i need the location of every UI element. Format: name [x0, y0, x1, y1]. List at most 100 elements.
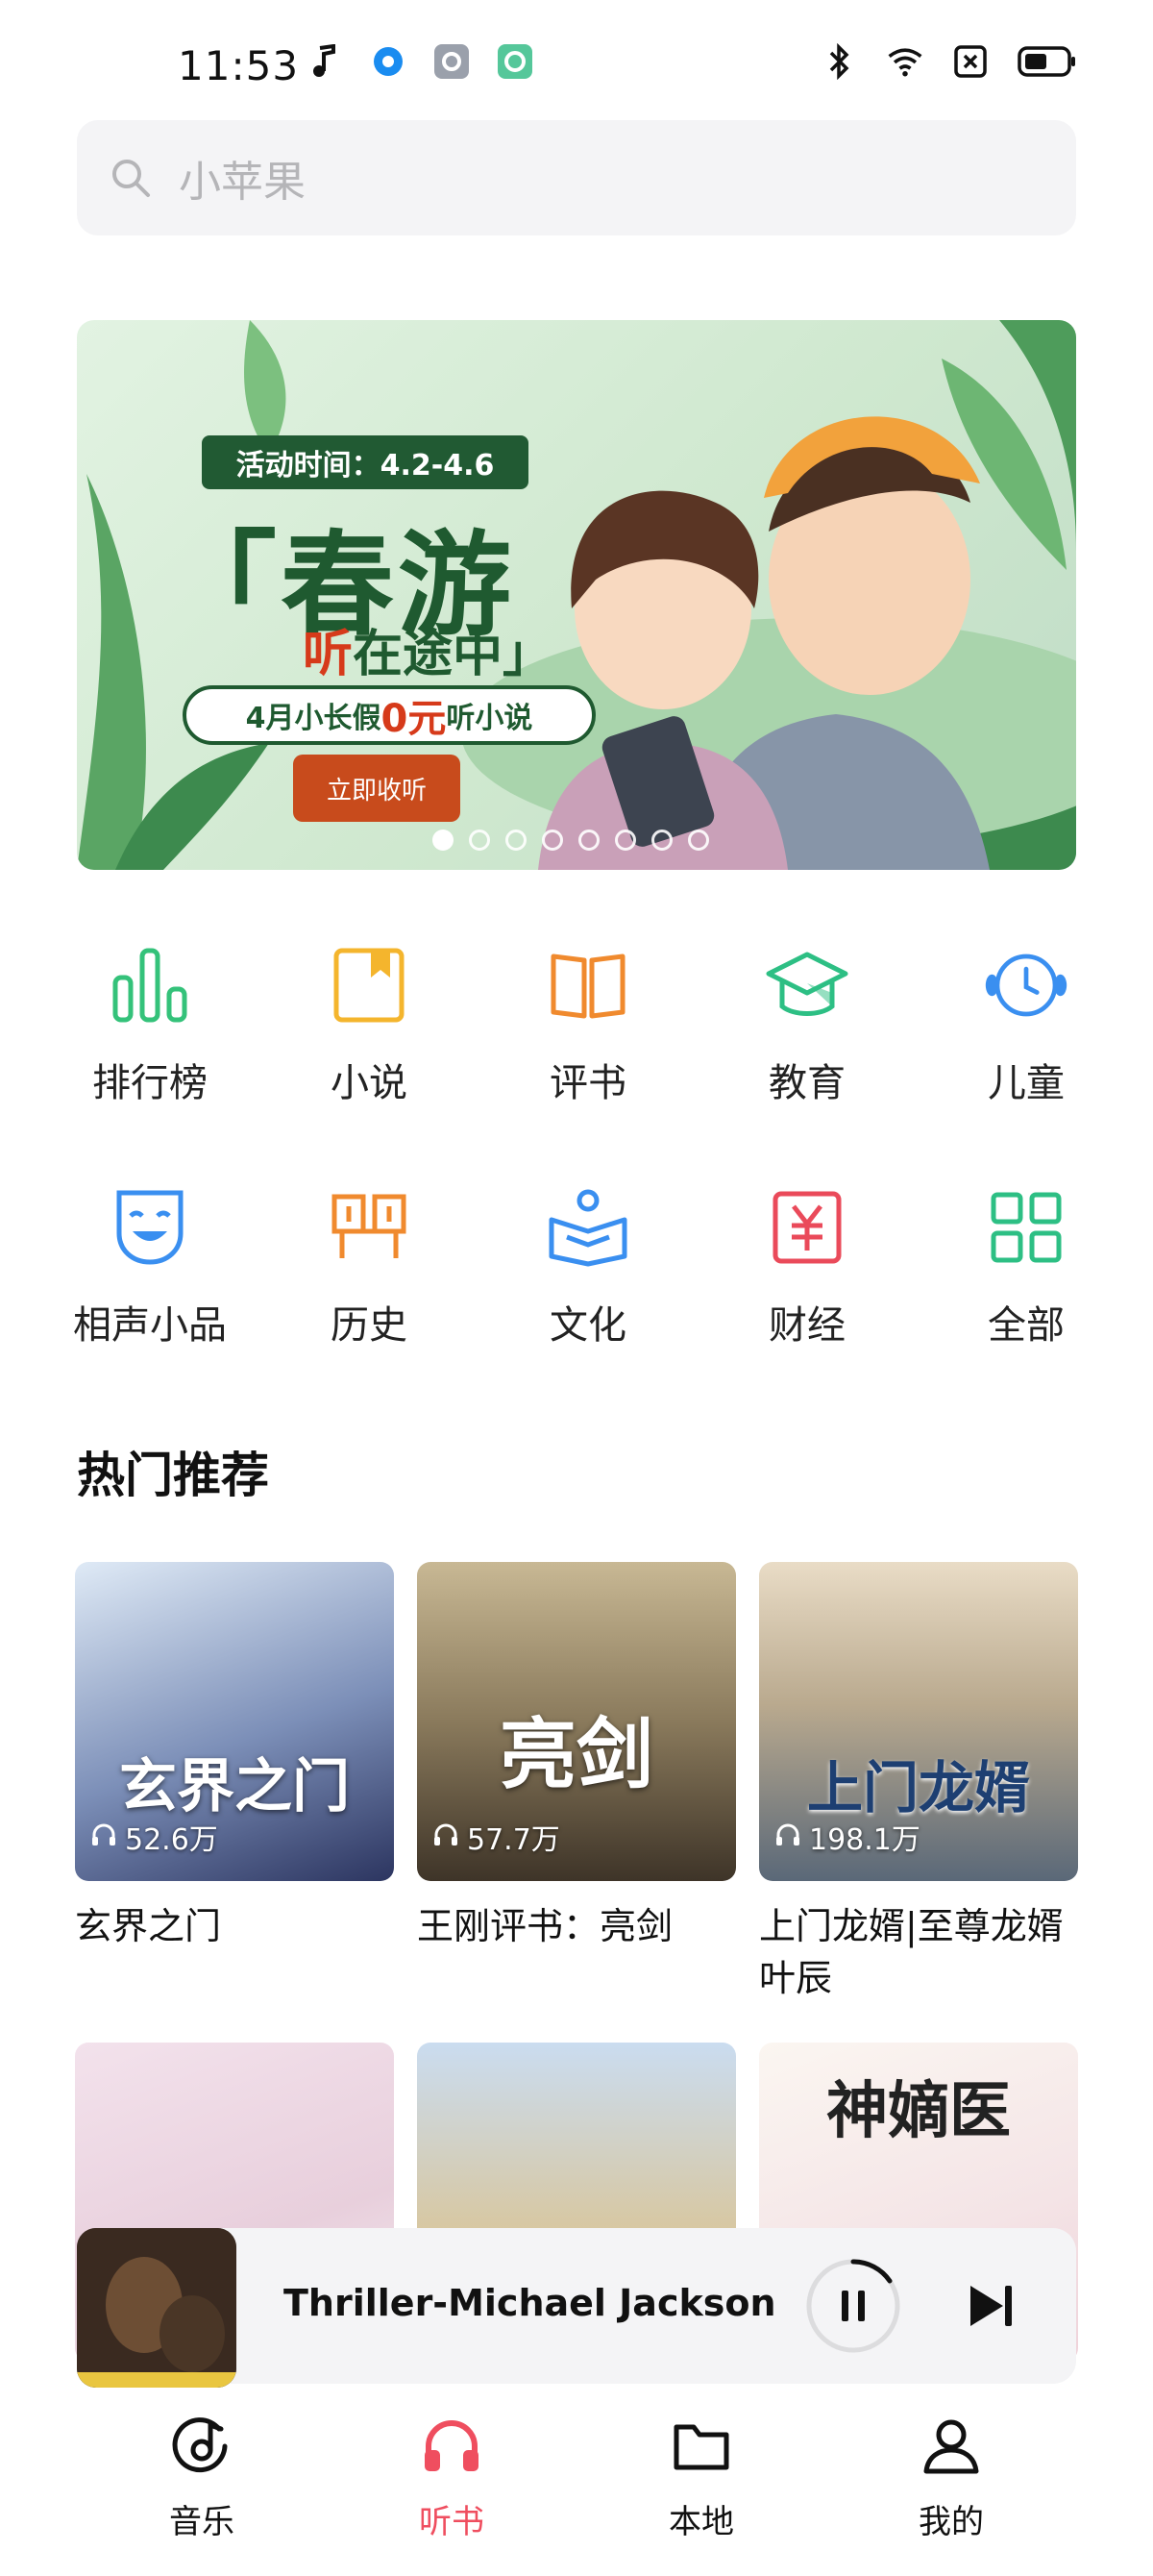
category-label: 相声小品	[73, 1303, 227, 1348]
category-children[interactable]: 儿童	[917, 942, 1136, 1107]
book-card[interactable]: 亮剑 57.7万 王刚评书：亮剑	[417, 1562, 736, 2004]
book-title[interactable]: 上门龙婿|至尊龙婿叶辰	[759, 1900, 1078, 2004]
banner-pagination	[432, 830, 709, 851]
tab-label: 听书	[419, 2503, 484, 2541]
category-label: 排行榜	[92, 1061, 208, 1105]
category-label: 历史	[331, 1303, 407, 1348]
play-count: 52.6万	[90, 1816, 218, 1858]
battery-icon	[1017, 42, 1078, 81]
cover-title: 上门龙婿	[806, 1755, 1030, 1821]
category-history[interactable]: 历史	[259, 1184, 478, 1350]
banner-dot[interactable]	[615, 830, 636, 851]
open-book-icon	[545, 942, 631, 1028]
tab-local[interactable]: 本地	[615, 2413, 788, 2576]
pause-button[interactable]	[805, 2258, 901, 2354]
smile-mask-icon	[107, 1184, 193, 1271]
cover-title: 亮剑	[500, 1709, 653, 1799]
blue-dot-app-icon	[369, 42, 407, 81]
book-cover[interactable]: 玄界之门 52.6万	[75, 1562, 394, 1881]
cover-title: 玄界之门	[119, 1753, 350, 1821]
person-icon	[918, 2413, 985, 2480]
section-title: 热门推荐	[77, 1448, 269, 1503]
banner-dot[interactable]	[432, 830, 454, 851]
category-label: 儿童	[988, 1061, 1065, 1105]
green-ring-app-icon	[496, 42, 534, 81]
status-bar: 11:53	[0, 0, 1153, 125]
category-finance[interactable]: 财经	[698, 1184, 917, 1350]
headphones-icon	[418, 2413, 485, 2480]
tab-label: 本地	[669, 2503, 734, 2541]
banner-dot[interactable]	[469, 830, 490, 851]
category-novel[interactable]: 小说	[259, 942, 478, 1107]
alarm-clock-icon	[983, 942, 1069, 1028]
banner-subtitle: 听在途中」	[303, 613, 552, 685]
book-cover[interactable]: 亮剑 57.7万	[417, 1562, 736, 1881]
play-count-value: 52.6万	[125, 1823, 218, 1857]
mini-player[interactable]: Thriller-Michael Jackson	[77, 2228, 1076, 2388]
category-label: 文化	[550, 1303, 626, 1348]
category-label: 小说	[331, 1061, 407, 1105]
category-all[interactable]: 全部	[917, 1184, 1136, 1350]
bottom-tab-bar: 音乐 听书 本地 我的	[0, 2393, 1153, 2576]
banner-free-offer: 4月小长假 0元 听小说	[183, 685, 596, 745]
tab-music[interactable]: 音乐	[115, 2413, 288, 2576]
tab-mine[interactable]: 我的	[865, 2413, 1038, 2576]
banner-dot[interactable]	[651, 830, 673, 851]
category-storytelling[interactable]: 评书	[478, 942, 698, 1107]
search-icon	[110, 157, 152, 199]
status-icons-left	[306, 42, 534, 81]
headphones-small-icon	[774, 1821, 801, 1854]
play-count-value: 198.1万	[809, 1823, 920, 1857]
status-icons-right	[821, 42, 1078, 81]
reading-person-icon	[545, 1184, 631, 1271]
book-cover[interactable]: 上门龙婿 198.1万	[759, 1562, 1078, 1881]
category-ranking[interactable]: 排行榜	[40, 942, 259, 1107]
headphones-small-icon	[432, 1821, 459, 1854]
yuan-icon	[764, 1184, 850, 1271]
banner-free-zero: 0元	[380, 697, 447, 741]
graduation-cap-icon	[764, 942, 850, 1028]
banner-subtitle-highlight: 听	[303, 626, 354, 683]
play-count-value: 57.7万	[467, 1823, 560, 1857]
banner-dot[interactable]	[505, 830, 527, 851]
book-card[interactable]: 上门龙婿 198.1万 上门龙婿|至尊龙婿叶辰	[759, 1562, 1078, 2004]
category-culture[interactable]: 文化	[478, 1184, 698, 1350]
music-note-icon	[306, 42, 344, 81]
tab-audiobooks[interactable]: 听书	[365, 2413, 538, 2576]
music-disc-icon	[168, 2413, 235, 2480]
search-bar[interactable]: 小苹果	[77, 120, 1076, 235]
banner-dot[interactable]	[542, 830, 563, 851]
category-crosstalk[interactable]: 相声小品	[40, 1184, 259, 1350]
status-time: 11:53	[178, 42, 300, 89]
banner-free-prefix: 4月小长假	[245, 702, 381, 735]
listen-now-button[interactable]: 立即收听	[293, 755, 460, 822]
book-bookmark-icon	[326, 942, 412, 1028]
grid-icon	[983, 1184, 1069, 1271]
book-card[interactable]: 玄界之门 52.6万 玄界之门	[75, 1562, 394, 2004]
ranking-bars-icon	[107, 942, 193, 1028]
category-education[interactable]: 教育	[698, 942, 917, 1107]
no-sim-icon	[951, 42, 990, 81]
history-gate-icon	[326, 1184, 412, 1271]
category-label: 评书	[550, 1061, 626, 1105]
category-label: 全部	[988, 1303, 1065, 1348]
play-count: 198.1万	[774, 1816, 920, 1858]
promo-banner[interactable]: 活动时间：4.2-4.6 「春游 听在途中」 4月小长假 0元 听小说 立即收听	[77, 320, 1076, 870]
gear-app-icon	[432, 42, 471, 81]
next-track-button[interactable]	[959, 2274, 1022, 2338]
banner-dot[interactable]	[688, 830, 709, 851]
album-art[interactable]	[77, 2228, 236, 2388]
track-title: Thriller-Michael Jackson	[283, 2282, 776, 2324]
folder-icon	[668, 2413, 735, 2480]
banner-subtitle-rest: 在途中」	[353, 626, 553, 683]
wifi-icon	[886, 42, 924, 81]
banner-dot[interactable]	[578, 830, 600, 851]
book-title[interactable]: 王刚评书：亮剑	[417, 1900, 736, 1952]
play-count: 57.7万	[432, 1816, 560, 1858]
bluetooth-icon	[821, 42, 859, 81]
headphones-small-icon	[90, 1821, 117, 1854]
tab-label: 音乐	[169, 2503, 234, 2541]
category-grid: 排行榜 小说 评书 教育 儿童 相声小品 历史 文化 财经 全部	[40, 942, 1136, 1350]
book-title[interactable]: 玄界之门	[75, 1900, 394, 1952]
banner-event-time: 活动时间：4.2-4.6	[202, 435, 528, 489]
